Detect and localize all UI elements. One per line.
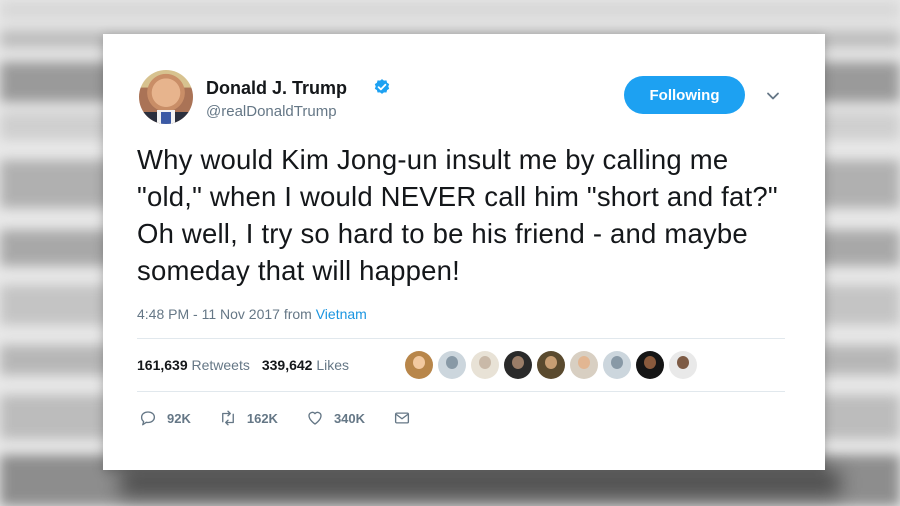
user-handle[interactable]: @realDonaldTrump [206, 103, 337, 120]
tweet-actions: 92K 162K 340K [139, 409, 439, 427]
tweet-meta: 4:48 PM - 11 Nov 2017 from Vietnam [137, 306, 367, 322]
liker-avatar[interactable] [504, 351, 532, 379]
tweet-card: Donald J. Trump @realDonaldTrump Followi… [103, 34, 825, 470]
liker-avatar[interactable] [636, 351, 664, 379]
direct-message-button[interactable] [393, 409, 411, 427]
following-button[interactable]: Following [624, 76, 745, 114]
divider [137, 391, 785, 392]
liker-avatar[interactable] [537, 351, 565, 379]
heart-icon [308, 411, 322, 425]
retweet-button[interactable]: 162K [219, 409, 278, 427]
chevron-down-icon[interactable] [765, 88, 781, 104]
liker-avatar[interactable] [405, 351, 433, 379]
avatar[interactable] [139, 70, 193, 124]
retweet-icon [221, 410, 234, 426]
liker-avatar[interactable] [669, 351, 697, 379]
envelope-icon [394, 412, 410, 424]
reply-count: 92K [167, 410, 191, 426]
tweet-location[interactable]: Vietnam [316, 306, 367, 322]
liker-avatar[interactable] [603, 351, 631, 379]
tweet-text: Why would Kim Jong-un insult me by calli… [137, 144, 778, 286]
retweets-count: 161,639 [137, 357, 188, 373]
liker-avatars [405, 351, 697, 379]
retweet-count: 162K [246, 410, 278, 426]
likes-stat[interactable]: 339,642 Likes [262, 357, 349, 373]
liker-avatar[interactable] [471, 351, 499, 379]
like-count: 340K [333, 410, 366, 426]
retweets-label: Retweets [191, 357, 250, 373]
likes-count: 339,642 [261, 357, 313, 373]
like-button[interactable]: 340K [306, 409, 365, 427]
tweet-stats: 161,639 Retweets 339,642 Likes [137, 357, 349, 373]
retweets-stat[interactable]: 161,639 Retweets [137, 357, 250, 373]
from-label: from [283, 306, 312, 322]
reply-button[interactable]: 92K [139, 409, 191, 427]
divider [137, 338, 785, 339]
liker-avatar[interactable] [438, 351, 466, 379]
likes-label: Likes [316, 357, 350, 373]
liker-avatar[interactable] [570, 351, 598, 379]
reply-icon [140, 411, 156, 426]
card-shadow [120, 470, 840, 496]
verified-badge-icon [374, 79, 390, 94]
tweet-timestamp[interactable]: 4:48 PM - 11 Nov 2017 [137, 306, 280, 322]
user-display-name[interactable]: Donald J. Trump [206, 78, 347, 99]
